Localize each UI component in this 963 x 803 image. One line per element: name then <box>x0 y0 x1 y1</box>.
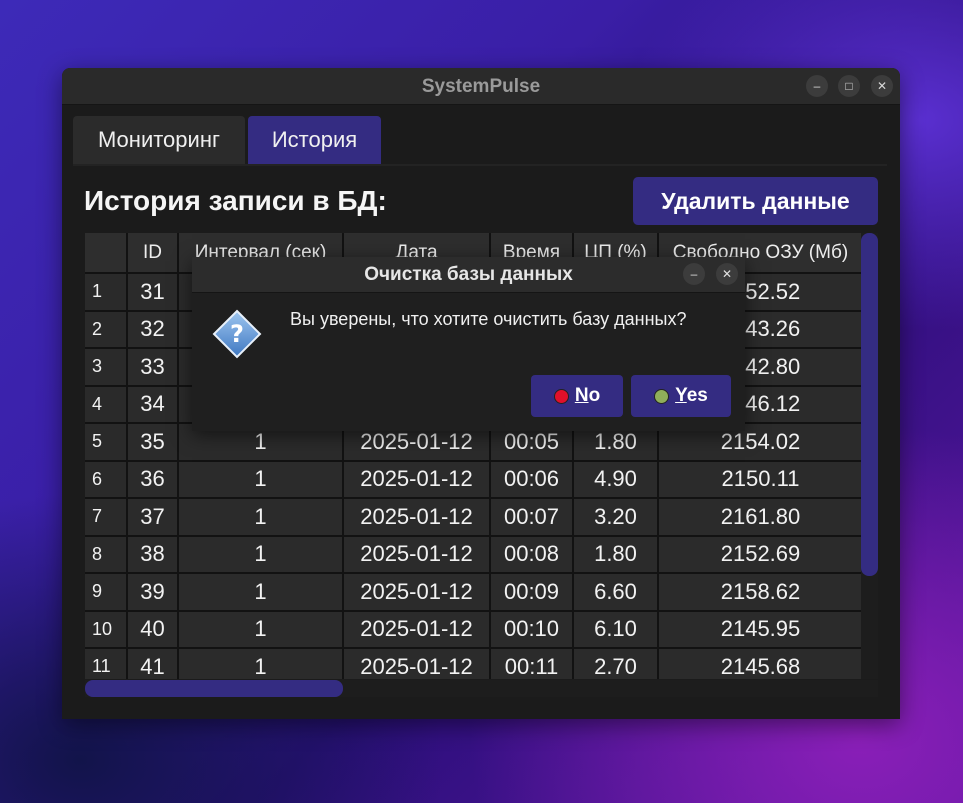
table-cell: 1 <box>179 649 342 679</box>
table-cell: 2145.68 <box>659 649 862 679</box>
table-cell: 35 <box>128 424 177 460</box>
table-cell: 2025-01-12 <box>344 574 489 610</box>
no-button[interactable]: No <box>531 375 623 417</box>
table-cell: 40 <box>128 611 177 647</box>
window-title: SystemPulse <box>421 76 541 97</box>
dialog-close-icon[interactable]: ✕ <box>716 263 738 285</box>
table-cell: 1 <box>179 574 342 610</box>
table-cell: 39 <box>128 574 177 610</box>
table-cell: 3.20 <box>574 499 657 535</box>
minimize-icon[interactable]: – <box>806 75 828 97</box>
table-cell: 00:10 <box>491 611 572 647</box>
table-cell: 2025-01-12 <box>344 461 489 497</box>
table-corner <box>85 233 126 272</box>
table-cell: 2158.62 <box>659 574 862 610</box>
yes-button[interactable]: Yes <box>631 375 731 417</box>
tab-history[interactable]: История <box>248 116 381 164</box>
no-label: o <box>588 385 601 406</box>
row-number[interactable]: 6 <box>85 461 126 497</box>
close-icon[interactable]: ✕ <box>871 75 893 97</box>
table-cell: 34 <box>128 386 177 422</box>
table-cell: 2025-01-12 <box>344 611 489 647</box>
delete-data-button[interactable]: Удалить данные <box>633 177 878 225</box>
dialog-minimize-icon[interactable]: – <box>683 263 705 285</box>
green-dot-icon <box>654 388 670 404</box>
table-cell: 1.80 <box>574 536 657 572</box>
table-cell: 2150.11 <box>659 461 862 497</box>
table-cell: 1 <box>179 499 342 535</box>
table-cell: 00:11 <box>491 649 572 679</box>
table-cell: 4.90 <box>574 461 657 497</box>
clear-db-dialog: Очистка базы данных – ✕ ? Вы уверены, чт… <box>192 257 745 431</box>
row-number[interactable]: 8 <box>85 536 126 572</box>
row-number[interactable]: 5 <box>85 424 126 460</box>
table-cell: 2161.80 <box>659 499 862 535</box>
svg-text:?: ? <box>230 320 244 348</box>
table-cell: 33 <box>128 349 177 385</box>
row-number[interactable]: 2 <box>85 311 126 347</box>
column-header[interactable]: ID <box>128 233 177 272</box>
question-icon: ? <box>212 309 262 359</box>
table-cell: 2025-01-12 <box>344 649 489 679</box>
table-cell: 00:06 <box>491 461 572 497</box>
table-cell: 1 <box>179 461 342 497</box>
yes-hotkey: Y <box>675 385 687 406</box>
table-cell: 00:09 <box>491 574 572 610</box>
table-cell: 00:07 <box>491 499 572 535</box>
tab-divider <box>73 164 887 166</box>
table-cell: 38 <box>128 536 177 572</box>
table-cell: 1 <box>179 536 342 572</box>
tab-monitoring[interactable]: Мониторинг <box>73 116 245 164</box>
table-cell: 6.60 <box>574 574 657 610</box>
vertical-scroll-thumb[interactable] <box>861 233 878 576</box>
dialog-title-bar[interactable]: Очистка базы данных – ✕ <box>192 257 745 293</box>
row-number[interactable]: 4 <box>85 386 126 422</box>
no-hotkey: N <box>574 385 589 406</box>
row-number[interactable]: 10 <box>85 611 126 647</box>
horizontal-scroll-thumb[interactable] <box>85 680 343 697</box>
page-title: История записи в БД: <box>84 185 387 216</box>
table-cell: 36 <box>128 461 177 497</box>
table-cell: 1 <box>179 611 342 647</box>
yes-label: es <box>686 385 708 406</box>
row-number[interactable]: 11 <box>85 649 126 679</box>
table-cell: 41 <box>128 649 177 679</box>
table-cell: 32 <box>128 311 177 347</box>
row-number[interactable]: 9 <box>85 574 126 610</box>
table-cell: 31 <box>128 274 177 310</box>
row-number[interactable]: 3 <box>85 349 126 385</box>
dialog-message: Вы уверены, что хотите очистить базу дан… <box>290 309 687 329</box>
table-cell: 2.70 <box>574 649 657 679</box>
table-cell: 00:08 <box>491 536 572 572</box>
row-number[interactable]: 7 <box>85 499 126 535</box>
table-cell: 2025-01-12 <box>344 499 489 535</box>
row-number[interactable]: 1 <box>85 274 126 310</box>
table-cell: 2145.95 <box>659 611 862 647</box>
dialog-title: Очистка базы данных <box>364 264 573 285</box>
table-cell: 37 <box>128 499 177 535</box>
red-dot-icon <box>553 388 569 404</box>
table-cell: 6.10 <box>574 611 657 647</box>
table-cell: 2025-01-12 <box>344 536 489 572</box>
maximize-icon[interactable]: □ <box>838 75 860 97</box>
table-cell: 2152.69 <box>659 536 862 572</box>
title-bar[interactable]: SystemPulse – □ ✕ <box>62 68 900 105</box>
